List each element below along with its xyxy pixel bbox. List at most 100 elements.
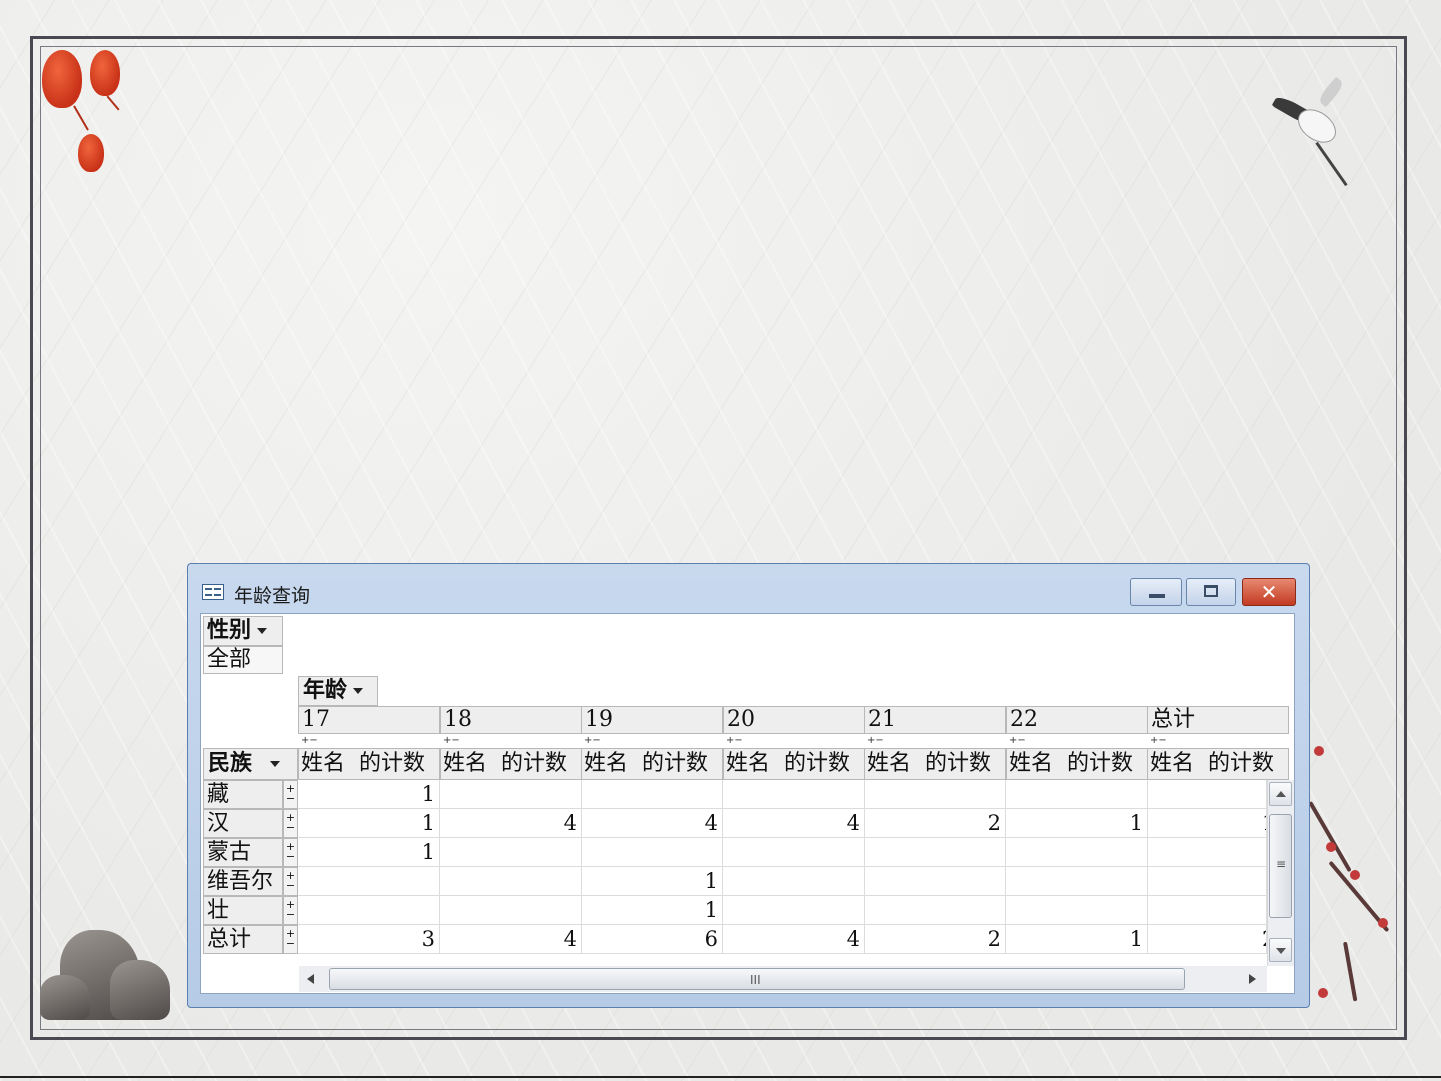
table-cell[interactable]: 1 — [581, 867, 723, 896]
scroll-up-button[interactable] — [1269, 782, 1292, 806]
column-header[interactable]: 19 — [581, 706, 723, 734]
table-cell[interactable] — [723, 867, 865, 896]
table-cell[interactable]: 4 — [723, 809, 865, 838]
measure-header[interactable]: 姓名 的计数 — [723, 748, 865, 780]
table-cell[interactable] — [723, 838, 865, 867]
column-field-button[interactable]: 年龄 — [298, 676, 378, 706]
table-cell[interactable] — [1147, 896, 1267, 925]
table-cell[interactable]: 2 — [1147, 925, 1267, 954]
table-cell[interactable] — [298, 896, 440, 925]
row-header[interactable]: 藏 — [203, 780, 283, 809]
table-cell[interactable]: 1 — [1006, 925, 1148, 954]
bottom-divider — [0, 1076, 1441, 1078]
expand-collapse-icon[interactable]: +− — [301, 736, 318, 746]
measure-header[interactable]: 姓名 的计数 — [298, 748, 440, 780]
row-expand-collapse-icon[interactable]: + − — [283, 809, 298, 838]
table-cell[interactable] — [864, 896, 1006, 925]
horizontal-scrollbar[interactable]: III — [299, 966, 1267, 992]
table-cell[interactable] — [440, 780, 582, 809]
column-header[interactable]: 22 — [1006, 706, 1148, 734]
table-cell[interactable] — [1147, 867, 1267, 896]
table-cell[interactable]: 1 — [1006, 809, 1148, 838]
measure-header[interactable]: 姓名 的计数 — [1147, 748, 1289, 780]
row-header[interactable]: 维吾尔 — [203, 867, 283, 896]
row-header[interactable]: 总计 — [203, 925, 283, 954]
table-cell[interactable] — [723, 896, 865, 925]
table-cell[interactable] — [440, 838, 582, 867]
expand-collapse-icon[interactable]: +− — [1009, 736, 1026, 746]
expand-collapse-icon[interactable]: +− — [584, 736, 601, 746]
row-expand-collapse-icon[interactable]: + − — [283, 838, 298, 867]
filter-field-button[interactable]: 性别 — [203, 616, 283, 646]
table-cell[interactable]: 1 — [581, 896, 723, 925]
measure-header[interactable]: 姓名 的计数 — [1006, 748, 1148, 780]
vertical-scroll-thumb[interactable]: ≡ — [1269, 814, 1292, 918]
corner-ornament-top-right — [1363, 36, 1407, 80]
table-cell[interactable]: 4 — [581, 809, 723, 838]
table-cell[interactable]: 1 — [1147, 809, 1267, 838]
chevron-down-icon — [257, 628, 268, 634]
horizontal-scroll-thumb[interactable]: III — [329, 968, 1185, 990]
table-cell[interactable] — [1006, 838, 1148, 867]
row-expand-collapse-icon[interactable]: + − — [283, 780, 298, 809]
table-cell[interactable] — [581, 780, 723, 809]
minimize-button[interactable] — [1130, 578, 1182, 606]
measure-field-name: 姓名 — [726, 751, 771, 776]
table-cell[interactable]: 1 — [298, 838, 440, 867]
table-cell[interactable] — [864, 867, 1006, 896]
restore-button[interactable] — [1186, 578, 1236, 606]
expand-collapse-icon[interactable]: +− — [867, 736, 884, 746]
window-titlebar[interactable]: 年龄查询 ✕ — [188, 564, 1309, 610]
table-cell[interactable] — [440, 896, 582, 925]
table-cell[interactable]: 2 — [864, 809, 1006, 838]
row-header[interactable]: 汉 — [203, 809, 283, 838]
table-cell[interactable]: 1 — [298, 809, 440, 838]
column-header[interactable]: 17 — [298, 706, 440, 734]
scroll-left-icon[interactable] — [307, 974, 314, 984]
table-cell[interactable] — [864, 838, 1006, 867]
expand-collapse-icon[interactable]: +− — [1150, 736, 1167, 746]
table-cell[interactable] — [723, 780, 865, 809]
table-cell[interactable]: 4 — [723, 925, 865, 954]
measure-header[interactable]: 姓名 的计数 — [581, 748, 723, 780]
row-expand-collapse-icon[interactable]: + − — [283, 896, 298, 925]
row-expand-collapse-icon[interactable]: + − — [283, 925, 298, 954]
expand-collapse-icon[interactable]: +− — [726, 736, 743, 746]
row-header[interactable]: 蒙古 — [203, 838, 283, 867]
filter-value-text: 全部 — [207, 647, 252, 672]
table-cell[interactable]: 2 — [864, 925, 1006, 954]
close-button[interactable]: ✕ — [1242, 578, 1296, 606]
measure-aggregate-label: 的计数 — [642, 751, 709, 776]
column-header[interactable]: 18 — [440, 706, 582, 734]
table-cell[interactable]: 4 — [440, 809, 582, 838]
measure-header[interactable]: 姓名 的计数 — [440, 748, 582, 780]
table-cell[interactable]: 4 — [440, 925, 582, 954]
table-cell[interactable]: 6 — [581, 925, 723, 954]
expand-collapse-icon[interactable]: +− — [443, 736, 460, 746]
scroll-right-icon[interactable] — [1249, 974, 1256, 984]
column-header[interactable]: 20 — [723, 706, 865, 734]
row-header[interactable]: 壮 — [203, 896, 283, 925]
table-cell[interactable] — [581, 838, 723, 867]
scroll-down-button[interactable] — [1269, 938, 1292, 962]
measure-header[interactable]: 姓名 的计数 — [864, 748, 1006, 780]
table-cell[interactable] — [298, 867, 440, 896]
vertical-scrollbar[interactable]: ≡ — [1267, 780, 1294, 966]
column-header[interactable]: 21 — [864, 706, 1006, 734]
filter-field-label: 性别 — [207, 618, 252, 643]
table-cell[interactable]: 1 — [298, 780, 440, 809]
chevron-down-icon — [270, 761, 281, 767]
table-cell[interactable]: 3 — [298, 925, 440, 954]
table-cell[interactable] — [1006, 867, 1148, 896]
row-field-button[interactable]: 民族 — [203, 748, 298, 780]
table-cell[interactable] — [1006, 780, 1148, 809]
measure-field-name: 姓名 — [301, 751, 346, 776]
table-cell[interactable] — [440, 867, 582, 896]
table-cell[interactable] — [1006, 896, 1148, 925]
table-cell[interactable] — [1147, 780, 1267, 809]
row-expand-collapse-icon[interactable]: + − — [283, 867, 298, 896]
column-header[interactable]: 总计 — [1147, 706, 1289, 734]
table-cell[interactable] — [1147, 838, 1267, 867]
filter-value[interactable]: 全部 — [203, 646, 283, 674]
table-cell[interactable] — [864, 780, 1006, 809]
